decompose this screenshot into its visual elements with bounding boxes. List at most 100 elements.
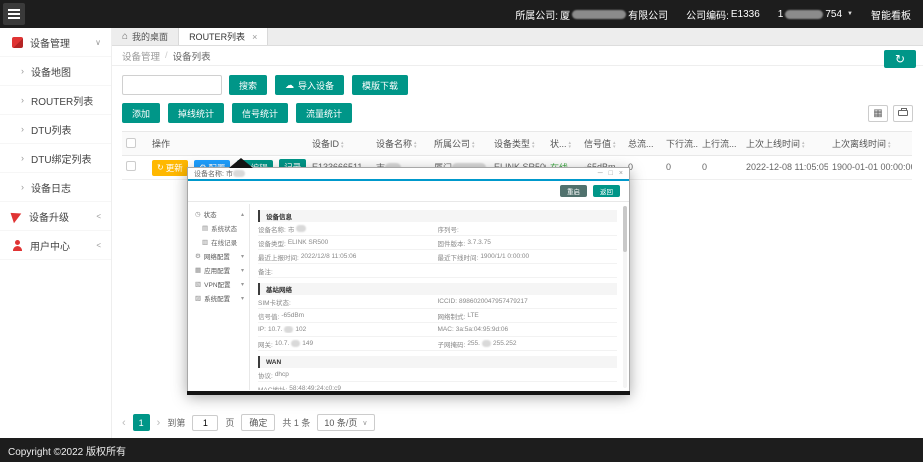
row-checkbox[interactable] [126,161,136,171]
sidebar-group-device-upgrade[interactable]: 设备升级 < [0,202,111,231]
sidebar-group-user-center[interactable]: 用户中心 < [0,231,111,260]
tab-label: 我的桌面 [132,30,168,43]
select-all-checkbox[interactable] [126,138,136,148]
cell-select [122,156,148,180]
search-input[interactable] [122,75,222,95]
nav-online-record[interactable]: ▥ 在线记录 [188,235,249,249]
sidebar-item-label: 设备日志 [31,180,71,195]
sidebar-item-device-map[interactable]: › 设备地图 [0,57,111,86]
dialog-header: 设备名称: 市 ─ □ × [188,168,629,181]
sidebar-group-label: 设备管理 [30,35,70,50]
sub-arrow-icon: › [21,95,24,105]
col-up-flow: 上行流... [698,132,742,156]
table-header-row: 操作 设备ID▴▾ 设备名称▴▾ 所属公司▴▾ 设备类型▴▾ 状...▴▾ 信号… [122,132,912,156]
button-label: 掉线统计 [178,107,214,120]
sub-arrow-icon: › [21,124,24,134]
import-device-button[interactable]: ☁ 导入设备 [275,75,344,95]
sort-icon[interactable]: ▴▾ [888,141,891,149]
col-status[interactable]: 状...▴▾ [546,132,580,156]
value-redacted [482,340,491,347]
sidebar-item-device-log[interactable]: › 设备日志 [0,173,111,202]
sidebar-item-router-list[interactable]: › ROUTER列表 [0,86,111,115]
sort-icon[interactable]: ▴▾ [802,141,805,149]
nav-sys-config[interactable]: ▨ 系统配置 ▾ [188,291,249,305]
print-button[interactable] [893,105,913,122]
sidebar-item-label: 设备地图 [31,64,71,79]
sort-icon[interactable]: ▴▾ [414,141,417,149]
search-row: 搜索 ☁ 导入设备 模版下载 [122,75,923,95]
company-name-prefix: 厦 [560,7,570,22]
maximize-icon[interactable]: □ [609,170,613,177]
restart-button[interactable]: 重启 [560,185,587,197]
per-page-select[interactable]: 10 条/页 ∨ [317,414,374,431]
sort-icon[interactable]: ▴▾ [569,141,572,149]
refresh-button[interactable]: ↻ [884,50,916,68]
refresh-icon: ↻ [157,163,164,172]
goto-page-input[interactable] [192,415,218,431]
cloud-upload-icon: ☁ [285,80,294,91]
hamburger-menu-icon[interactable] [3,3,25,25]
value-redacted [284,326,293,333]
dialog-body: ◷ 状态 ▴ ▤ 系统状态 ▥ 在线记录 ⚙ 网络配置 ▾ ▦ 应用配置 ▾ [188,204,629,390]
button-label: 添加 [132,107,150,120]
scrollbar-thumb[interactable] [623,206,627,252]
dialog-bottom-edge [187,391,630,395]
col-last-online[interactable]: 上次上线时间▴▾ [742,132,828,156]
col-device-id[interactable]: 设备ID▴▾ [308,132,372,156]
col-down-flow: 下行流... [662,132,698,156]
template-download-button[interactable]: 模版下载 [352,75,408,95]
vpn-config-icon: ▧ [195,280,201,288]
nav-vpn-config[interactable]: ▧ VPN配置 ▾ [188,277,249,291]
confirm-page-button[interactable]: 确定 [241,414,275,431]
tab-close-icon[interactable]: × [252,32,257,42]
update-button[interactable]: ↻更新 [152,160,188,176]
current-page-button[interactable]: 1 [133,414,150,431]
breadcrumb-level1[interactable]: 设备管理 [122,49,160,63]
sort-icon[interactable]: ▴▾ [532,141,535,149]
tab-my-desktop[interactable]: ⌂ 我的桌面 [112,28,179,45]
col-device-type[interactable]: 设备类型▴▾ [490,132,546,156]
user-center-icon [12,240,23,251]
sidebar-item-label: DTU绑定列表 [31,151,92,166]
company-info: 所属公司: 厦 有限公司 [515,7,668,22]
search-button[interactable]: 搜索 [229,75,267,95]
sort-icon[interactable]: ▴▾ [472,141,475,149]
column-settings-button[interactable]: ▦ [868,105,888,122]
nav-sys-status[interactable]: ▤ 系统状态 [188,221,249,235]
clock-icon: ◷ [195,210,201,218]
nav-net-config[interactable]: ⚙ 网络配置 ▾ [188,249,249,263]
tab-router-list[interactable]: ROUTER列表 × [179,28,268,45]
col-device-name[interactable]: 设备名称▴▾ [372,132,430,156]
sort-icon[interactable]: ▴▾ [341,141,344,149]
dialog-title-prefix: 市 [226,169,233,179]
sort-icon[interactable]: ▴▾ [613,141,616,149]
back-button[interactable]: 返回 [593,185,620,197]
signal-stats-button[interactable]: 信号统计 [232,103,288,123]
nav-label: 状态 [204,209,217,219]
prev-page-icon[interactable]: ‹ [122,417,126,429]
sidebar-item-dtu-list[interactable]: › DTU列表 [0,115,111,144]
sidebar-item-label: ROUTER列表 [31,93,93,108]
offline-stats-button[interactable]: 掉线统计 [168,103,224,123]
traffic-stats-button[interactable]: 流量统计 [296,103,352,123]
user-account-dropdown[interactable]: 1 754 ▼ [778,9,853,20]
close-icon[interactable]: × [619,170,623,177]
minimize-icon[interactable]: ─ [598,170,603,177]
sidebar-item-dtu-bind-list[interactable]: › DTU绑定列表 [0,144,111,173]
col-company[interactable]: 所属公司▴▾ [430,132,490,156]
company-code-label: 公司编码: [686,7,729,22]
field-row: SIM卡状态: ICCID:8986020047957479217 [258,295,617,309]
col-signal[interactable]: 信号值▴▾ [580,132,624,156]
nav-app-config[interactable]: ▦ 应用配置 ▾ [188,263,249,277]
sidebar-group-device-manage[interactable]: 设备管理 ∨ [0,28,111,57]
dialog-scrollbar[interactable] [623,206,627,388]
device-upgrade-icon [11,209,24,223]
next-page-icon[interactable]: › [157,417,161,429]
col-last-offline[interactable]: 上次离线时间▴▾ [828,132,912,156]
device-detail-dialog: 设备名称: 市 ─ □ × 重启 返回 ◷ 状态 ▴ ▤ 系统状态 ▥ 在线记录 [187,167,630,393]
add-button[interactable]: 添加 [122,103,160,123]
nav-status[interactable]: ◷ 状态 ▴ [188,207,249,221]
per-page-value: 10 条/页 [324,416,357,429]
dashboard-link[interactable]: 智能看板 [871,7,911,22]
system-config-icon: ▨ [195,294,201,302]
